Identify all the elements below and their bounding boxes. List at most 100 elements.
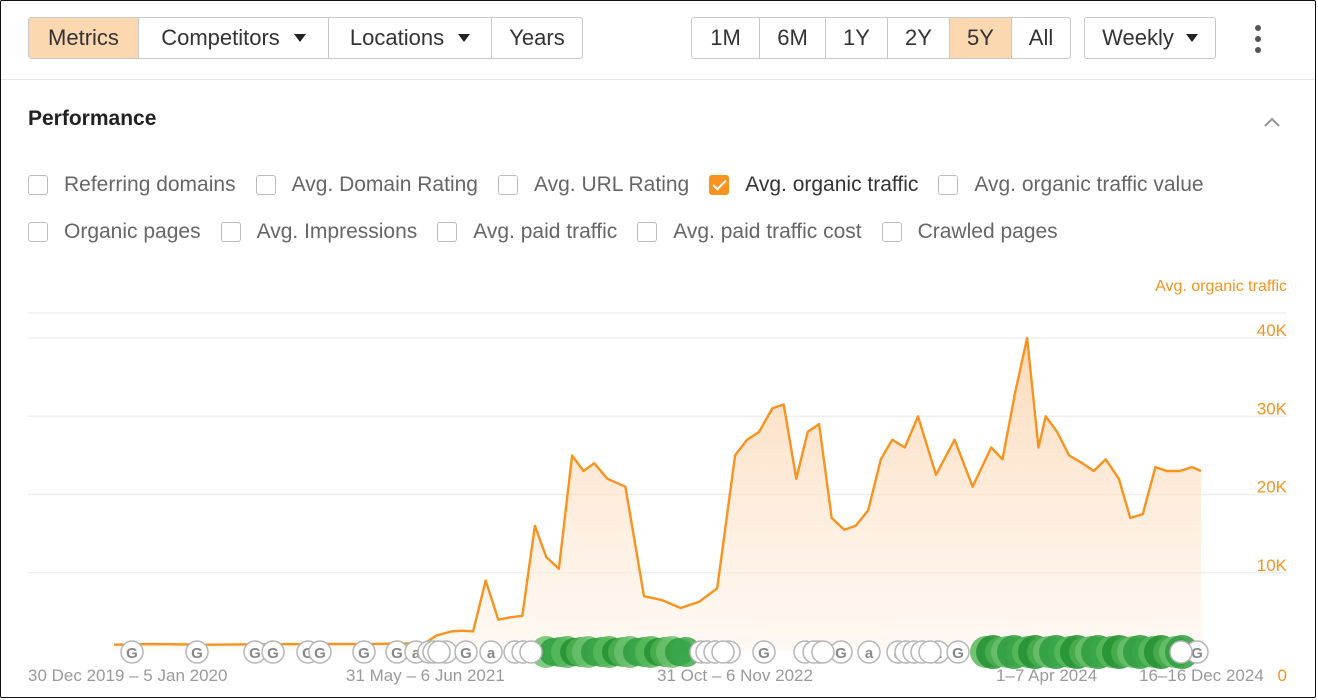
annotation-marker-icon[interactable]: G <box>261 640 285 664</box>
metric-checkbox-row-1: Referring domains Avg. Domain Rating Avg. … <box>28 173 1204 197</box>
checkbox-label: Organic pages <box>64 220 201 243</box>
checkbox-avg-organic-traffic-value[interactable]: Avg. organic traffic value <box>938 173 1204 197</box>
date-range-group: 1M 6M 1Y 2Y 5Y All <box>691 17 1071 59</box>
app-frame: Metrics Competitors Locations Years 1M 6M 1Y 2… <box>0 0 1316 698</box>
annotation-marker-icon[interactable] <box>711 640 735 664</box>
svg-text:a: a <box>487 645 496 662</box>
checkbox-unchecked-icon <box>938 175 959 195</box>
svg-text:G: G <box>267 645 279 662</box>
annotation-marker-icon[interactable] <box>427 640 451 664</box>
annotation-marker-icon[interactable]: G <box>946 640 970 664</box>
svg-text:a: a <box>865 645 874 662</box>
svg-text:G: G <box>358 645 370 662</box>
toolbar: Metrics Competitors Locations Years 1M 6M 1Y 2… <box>1 1 1315 80</box>
checkbox-organic-pages[interactable]: Organic pages <box>28 220 201 244</box>
kebab-vertical-icon[interactable] <box>1249 25 1267 53</box>
checkbox-label: Avg. organic traffic <box>745 173 919 196</box>
chevron-up-icon[interactable] <box>1263 113 1281 131</box>
tab-label: Competitors <box>161 25 280 50</box>
y-tick-label: 40K <box>1257 321 1288 340</box>
annotation-marker-icon[interactable]: G <box>185 640 209 664</box>
checkbox-label: Crawled pages <box>917 220 1058 243</box>
checkbox-label: Avg. Impressions <box>256 220 418 243</box>
annotation-marker-icon[interactable]: G <box>352 640 376 664</box>
annotation-marker-icon[interactable]: a <box>857 640 881 664</box>
chevron-down-icon <box>1185 34 1198 42</box>
x-tick-label: 16–16 Dec 2024 <box>1139 666 1264 685</box>
checkbox-avg-organic-traffic[interactable]: Avg. organic traffic <box>709 173 918 197</box>
annotation-marker-icon[interactable] <box>918 640 942 664</box>
checkbox-referring-domains[interactable]: Referring domains <box>28 173 236 197</box>
checkbox-label: Avg. Domain Rating <box>291 173 478 196</box>
checkbox-unchecked-icon <box>881 222 902 242</box>
checkbox-unchecked-icon <box>437 222 458 242</box>
svg-text:G: G <box>391 645 403 662</box>
annotation-marker-icon[interactable]: G <box>120 640 144 664</box>
svg-text:G: G <box>835 645 847 662</box>
checkbox-label: Avg. paid traffic cost <box>673 220 862 243</box>
checkbox-avg-impressions[interactable]: Avg. Impressions <box>220 220 418 244</box>
traffic-chart: GGGGGGGGa2GaGGGGGaa2GG 010K20K30K40K 30 … <box>28 278 1288 685</box>
checkbox-avg-domain-rating[interactable]: Avg. Domain Rating <box>255 173 478 197</box>
svg-text:G: G <box>249 645 261 662</box>
range-6m-button[interactable]: 6M <box>760 18 826 58</box>
range-all-button[interactable]: All <box>1012 18 1070 58</box>
svg-text:G: G <box>1191 645 1203 662</box>
tab-years[interactable]: Years <box>492 18 582 58</box>
range-2y-button[interactable]: 2Y <box>888 18 950 58</box>
x-tick-label: 1–7 Apr 2024 <box>996 666 1097 685</box>
checkbox-crawled-pages[interactable]: Crawled pages <box>881 220 1058 244</box>
svg-text:G: G <box>460 645 472 662</box>
checkbox-unchecked-icon <box>637 222 658 242</box>
y-tick-label: 20K <box>1257 478 1288 497</box>
tab-label: Metrics <box>48 25 119 50</box>
tab-label: Locations <box>349 25 445 50</box>
tab-label: Years <box>509 25 565 50</box>
checkbox-checked-icon <box>709 175 730 195</box>
checkbox-unchecked-icon <box>28 222 48 242</box>
svg-text:G: G <box>191 645 203 662</box>
checkbox-avg-paid-traffic[interactable]: Avg. paid traffic <box>437 220 617 244</box>
checkbox-avg-paid-traffic-cost[interactable]: Avg. paid traffic cost <box>637 220 862 244</box>
range-5y-button[interactable]: 5Y <box>950 18 1012 58</box>
checkbox-unchecked-icon <box>497 175 518 195</box>
y-tick-label: 30K <box>1257 399 1288 418</box>
interval-select[interactable]: Weekly <box>1084 17 1216 59</box>
svg-text:G: G <box>126 645 138 662</box>
annotation-marker-icon[interactable]: G <box>308 640 332 664</box>
annotation-marker-icon[interactable]: G <box>752 640 776 664</box>
panel-title: Performance <box>28 107 157 130</box>
checkbox-label: Avg. paid traffic <box>473 220 618 243</box>
annotation-marker-icon[interactable] <box>519 640 543 664</box>
checkbox-unchecked-icon <box>255 175 276 195</box>
y-tick-label: 0 <box>1278 666 1287 685</box>
annotation-marker-icon[interactable]: a <box>479 640 503 664</box>
annotation-marker-icon[interactable] <box>811 640 835 664</box>
checkbox-label: Avg. organic traffic value <box>974 173 1204 196</box>
checkbox-unchecked-icon <box>28 175 48 195</box>
svg-text:G: G <box>952 645 964 662</box>
view-mode-group: Metrics Competitors Locations Years <box>28 17 583 59</box>
range-1m-button[interactable]: 1M <box>692 18 760 58</box>
svg-text:G: G <box>758 645 770 662</box>
x-tick-label: 31 Oct – 6 Nov 2022 <box>657 666 813 685</box>
tab-metrics[interactable]: Metrics <box>29 18 139 58</box>
y-axis-title: Avg. organic traffic <box>1155 278 1287 295</box>
x-tick-label: 30 Dec 2019 – 5 Jan 2020 <box>28 666 227 685</box>
interval-label: Weekly <box>1102 25 1174 50</box>
svg-text:G: G <box>314 645 326 662</box>
range-1y-button[interactable]: 1Y <box>826 18 888 58</box>
chevron-down-icon <box>293 34 306 42</box>
checkbox-avg-url-rating[interactable]: Avg. URL Rating <box>497 173 690 197</box>
checkbox-unchecked-icon <box>220 222 241 242</box>
checkbox-label: Referring domains <box>64 173 236 196</box>
y-tick-label: 10K <box>1257 556 1288 575</box>
x-tick-label: 31 May – 6 Jun 2021 <box>346 666 505 685</box>
tab-locations[interactable]: Locations <box>329 18 492 58</box>
tab-competitors[interactable]: Competitors <box>139 18 329 58</box>
metric-checkbox-row-2: Organic pages Avg. Impressions Avg. paid t… <box>28 220 1058 244</box>
annotation-marker-icon[interactable]: G <box>454 640 478 664</box>
checkbox-label: Avg. URL Rating <box>533 173 690 196</box>
chevron-down-icon <box>458 34 471 42</box>
annotation-marker-icon[interactable] <box>1169 640 1193 664</box>
